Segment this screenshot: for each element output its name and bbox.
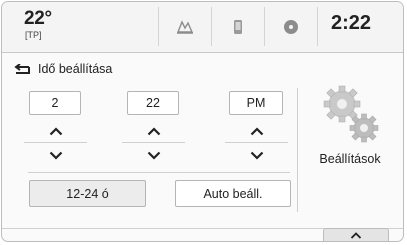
chevron-up-icon bbox=[250, 126, 263, 135]
minute-down-button[interactable] bbox=[122, 144, 185, 166]
chevron-up-icon bbox=[350, 232, 362, 239]
gears-icon bbox=[323, 85, 379, 143]
divider bbox=[297, 88, 298, 212]
page-title: Idő beállítása bbox=[38, 62, 113, 76]
media-disc-icon bbox=[284, 19, 298, 34]
collapse-button[interactable] bbox=[323, 228, 389, 241]
period-value: PM bbox=[229, 91, 283, 115]
temperature: 22° bbox=[24, 8, 52, 29]
status-bar: 22° [TP] 2:22 bbox=[2, 2, 403, 53]
chevron-down-icon bbox=[250, 151, 263, 160]
settings-button[interactable]: Beállítások bbox=[304, 82, 396, 192]
period-down-button[interactable] bbox=[225, 144, 288, 166]
period-up-button[interactable] bbox=[225, 120, 288, 143]
back-button[interactable] bbox=[12, 62, 32, 78]
chevron-down-icon bbox=[147, 151, 160, 160]
tab-media[interactable] bbox=[264, 7, 318, 46]
phone-icon bbox=[234, 19, 242, 34]
clock: 2:22 bbox=[330, 12, 371, 34]
chevron-up-icon bbox=[147, 126, 160, 135]
auto-set-button[interactable]: Auto beáll. bbox=[175, 180, 291, 207]
minute-up-button[interactable] bbox=[122, 120, 185, 143]
hour-down-button[interactable] bbox=[24, 144, 87, 166]
settings-label: Beállítások bbox=[319, 152, 381, 166]
back-arrow-icon bbox=[14, 64, 30, 74]
temperature-source: [TP] bbox=[25, 30, 42, 40]
tab-phone[interactable] bbox=[211, 7, 264, 46]
tab-navigation[interactable] bbox=[158, 7, 211, 46]
screen: 22° [TP] 2:22 Idő beállítása 2 22 PM 12-… bbox=[1, 1, 404, 242]
chevron-down-icon bbox=[49, 151, 62, 160]
hour-up-button[interactable] bbox=[24, 120, 87, 143]
hour-value: 2 bbox=[29, 91, 81, 115]
format-12-24-button[interactable]: 12-24 ó bbox=[29, 180, 146, 207]
navigation-map-icon bbox=[176, 19, 194, 34]
divider bbox=[28, 172, 290, 173]
chevron-up-icon bbox=[49, 126, 62, 135]
minute-value: 22 bbox=[127, 91, 179, 115]
